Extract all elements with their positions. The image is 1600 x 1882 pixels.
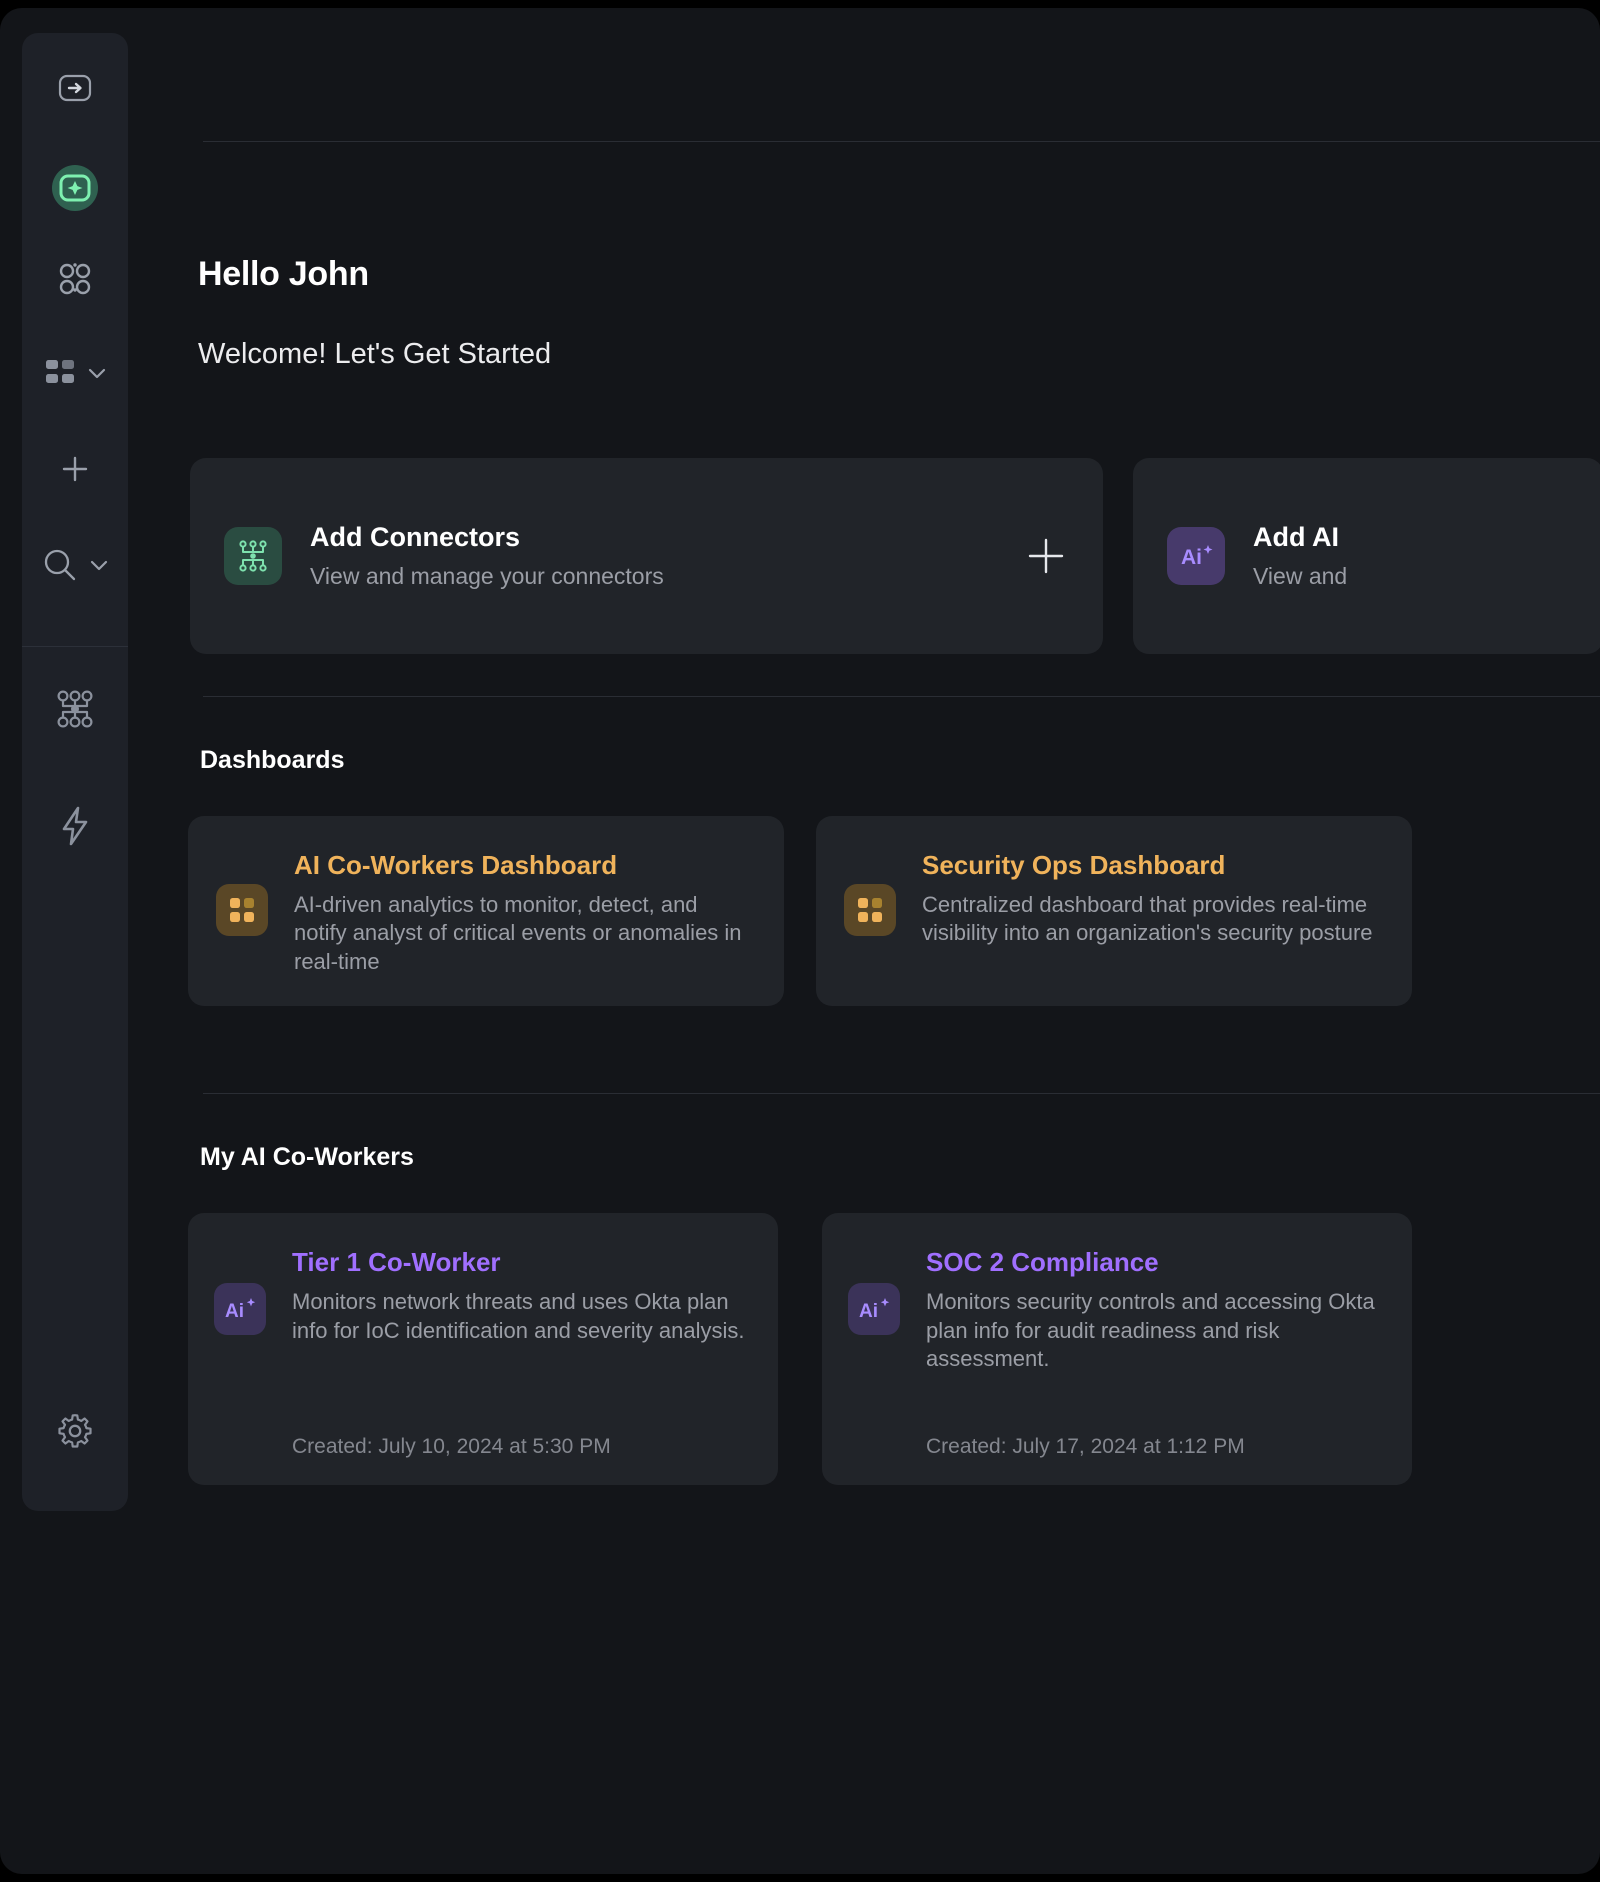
ai-sparkle-icon [58, 173, 92, 203]
sidebar-item-add[interactable] [22, 421, 128, 517]
coworker-title: Tier 1 Co-Worker [292, 1247, 501, 1277]
coworker-description: Monitors network threats and uses Okta p… [292, 1289, 745, 1343]
plus-icon [60, 454, 90, 484]
sidebar-item-login[interactable] [22, 33, 128, 143]
sidebar-item-settings[interactable] [22, 1351, 128, 1511]
lightning-bolt-icon [58, 805, 92, 847]
magnifier-icon [41, 546, 79, 584]
grid-four-squares-icon [43, 356, 77, 390]
sidebar [22, 33, 128, 1511]
dashboard-card-security-ops[interactable]: Security Ops Dashboard Centralized dashb… [816, 816, 1412, 1006]
grid-four-squares-icon [844, 884, 896, 936]
coworkers-row: Ai Tier 1 Co-Worker Monitors network thr… [188, 1213, 1412, 1485]
coworkers-heading: My AI Co-Workers [200, 1143, 414, 1171]
sidebar-item-ai-active[interactable] [22, 143, 128, 233]
ai-icon: Ai [214, 1283, 266, 1335]
add-connectors-text: Add Connectors View and manage your conn… [310, 522, 1023, 590]
divider-top [203, 141, 1600, 142]
grid-four-squares-icon [216, 884, 268, 936]
divider-dashboards [203, 696, 1600, 697]
login-arrow-icon [55, 72, 95, 104]
gear-icon [56, 1412, 94, 1450]
sidebar-item-search[interactable] [22, 517, 128, 613]
active-indicator [52, 165, 98, 211]
coworker-created-timestamp: Created: July 10, 2024 at 5:30 PM [292, 1435, 611, 1458]
sidebar-item-nodes[interactable] [22, 233, 128, 325]
coworker-card-soc2[interactable]: Ai SOC 2 Compliance Monitors security co… [822, 1213, 1412, 1485]
coworker-description: Monitors security controls and accessing… [926, 1289, 1375, 1372]
connector-chip-icon [224, 527, 282, 585]
dashboard-card-ai-coworkers[interactable]: AI Co-Workers Dashboard AI-driven analyt… [188, 816, 784, 1006]
main-content: Hello John Welcome! Let's Get Started Ad… [128, 33, 1600, 1874]
page-title: Hello John [198, 255, 369, 293]
network-topology-icon [53, 687, 97, 731]
add-connectors-title: Add Connectors [310, 522, 521, 552]
nodes-icon [55, 259, 95, 299]
dashboards-row: AI Co-Workers Dashboard AI-driven analyt… [188, 816, 1412, 1006]
add-ai-subtitle: View and [1253, 563, 1348, 589]
sidebar-item-automation[interactable] [22, 771, 128, 881]
svg-text:Ai: Ai [859, 1301, 878, 1322]
sidebar-item-dashboards[interactable] [22, 325, 128, 421]
add-connectors-subtitle: View and manage your connectors [310, 563, 664, 589]
dashboards-heading: Dashboards [200, 746, 345, 774]
coworker-card-tier1[interactable]: Ai Tier 1 Co-Worker Monitors network thr… [188, 1213, 778, 1485]
action-cards-row: Add Connectors View and manage your conn… [190, 458, 1600, 654]
add-ai-title: Add AI [1253, 522, 1339, 552]
dashboard-description: AI-driven analytics to monitor, detect, … [294, 892, 742, 974]
add-connectors-card[interactable]: Add Connectors View and manage your conn… [190, 458, 1103, 654]
add-connector-plus-icon[interactable] [1023, 533, 1069, 579]
coworker-created-timestamp: Created: July 17, 2024 at 1:12 PM [926, 1435, 1245, 1458]
coworker-title: SOC 2 Compliance [926, 1247, 1159, 1277]
dashboard-card-text: AI Co-Workers Dashboard AI-driven analyt… [294, 850, 756, 974]
ai-icon: Ai [848, 1283, 900, 1335]
chevron-down-icon[interactable] [87, 366, 107, 380]
add-ai-text: Add AI View and [1253, 522, 1569, 590]
sidebar-item-topology[interactable] [22, 647, 128, 771]
svg-text:Ai: Ai [1181, 546, 1202, 569]
dashboard-title: Security Ops Dashboard [922, 850, 1226, 880]
svg-text:Ai: Ai [225, 1301, 244, 1322]
ai-icon: Ai [1167, 527, 1225, 585]
app-window: Hello John Welcome! Let's Get Started Ad… [0, 8, 1600, 1874]
welcome-subtitle: Welcome! Let's Get Started [198, 338, 552, 370]
chevron-down-icon[interactable] [89, 558, 109, 572]
coworker-card-text: Tier 1 Co-Worker Monitors network threat… [292, 1247, 752, 1459]
dashboard-title: AI Co-Workers Dashboard [294, 850, 618, 880]
dashboard-description: Centralized dashboard that provides real… [922, 892, 1373, 946]
divider-coworkers [203, 1093, 1600, 1094]
coworker-card-text: SOC 2 Compliance Monitors security contr… [926, 1247, 1386, 1459]
add-ai-card[interactable]: Ai Add AI View and [1133, 458, 1600, 654]
dashboard-card-text: Security Ops Dashboard Centralized dashb… [922, 850, 1384, 972]
